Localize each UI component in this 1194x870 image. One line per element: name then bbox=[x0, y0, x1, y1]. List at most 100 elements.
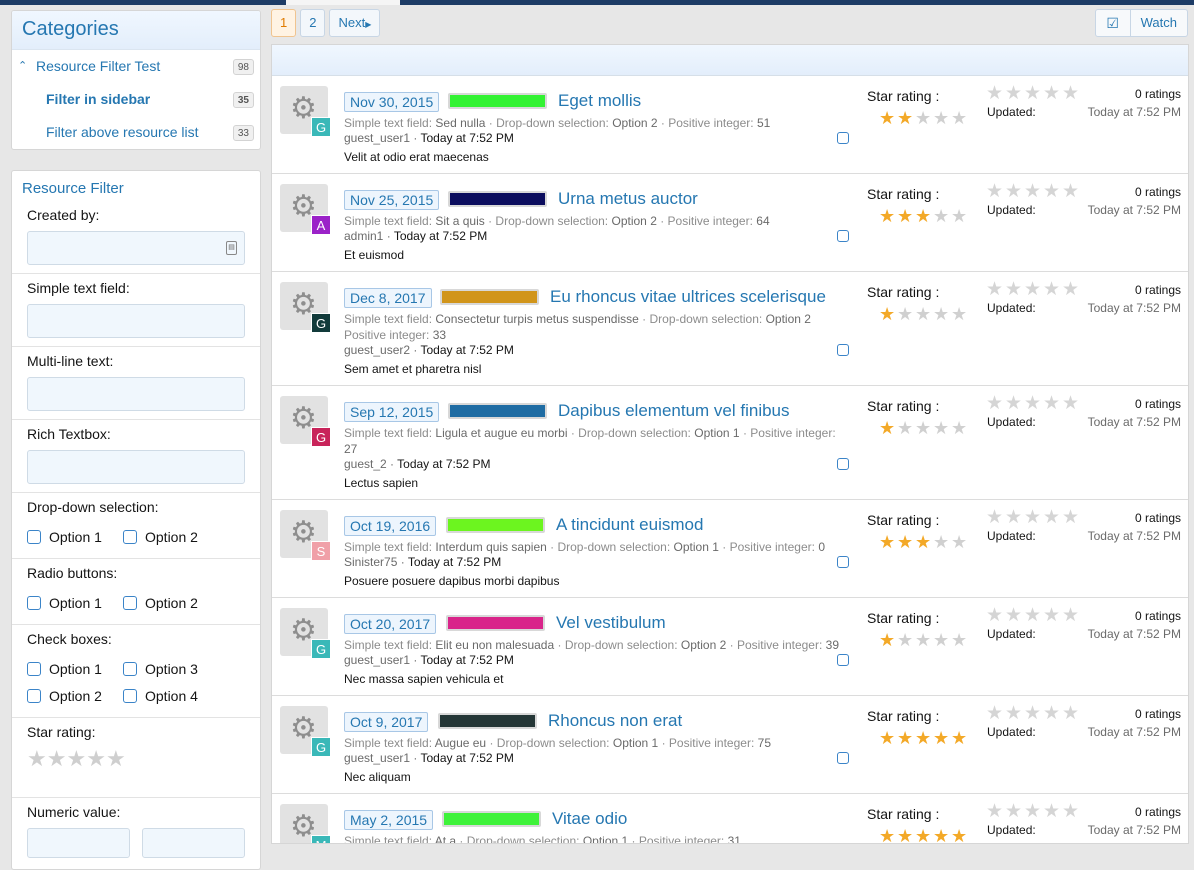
star-icon[interactable]: ★ bbox=[1062, 394, 1081, 413]
star-icon[interactable]: ★ bbox=[1043, 394, 1062, 413]
numeric-max-input[interactable] bbox=[142, 828, 245, 858]
select-checkbox[interactable] bbox=[837, 556, 849, 568]
star-icon[interactable]: ★ bbox=[1043, 280, 1062, 299]
star-icon[interactable]: ★ bbox=[986, 802, 1005, 821]
star-icon[interactable]: ★ bbox=[1024, 606, 1043, 625]
star-icon[interactable]: ★ bbox=[1005, 182, 1024, 201]
star-icon[interactable]: ★ bbox=[106, 748, 126, 770]
star-icon[interactable]: ★ bbox=[1062, 84, 1081, 103]
checkbox[interactable] bbox=[27, 688, 41, 703]
star-icon[interactable]: ★ bbox=[1024, 508, 1043, 527]
page-2-button[interactable]: 2 bbox=[300, 9, 326, 37]
radio-option-1[interactable]: Option 1 bbox=[27, 589, 123, 616]
caret-up-icon[interactable]: ⌃ bbox=[18, 50, 27, 83]
rate-stars[interactable]: ★ ★ ★ ★ ★ bbox=[986, 802, 1081, 821]
dropdown-option-1[interactable]: Option 1 bbox=[27, 523, 123, 550]
star-icon[interactable]: ★ bbox=[1062, 182, 1081, 201]
author-link[interactable]: guest_2 bbox=[344, 457, 387, 471]
author-link[interactable]: guest_user2 bbox=[344, 343, 410, 357]
watch-button[interactable]: Watch bbox=[1130, 9, 1188, 37]
resource-title-link[interactable]: A tincidunt euismod bbox=[556, 515, 703, 535]
resource-icon[interactable]: ⚙ G bbox=[280, 282, 331, 333]
resource-title-link[interactable]: Rhoncus non erat bbox=[548, 711, 682, 731]
star-icon[interactable]: ★ bbox=[1062, 280, 1081, 299]
star-icon[interactable]: ★ bbox=[1062, 802, 1081, 821]
check-option-2[interactable]: Option 2 bbox=[27, 682, 123, 709]
user-avatar[interactable]: S bbox=[311, 541, 331, 561]
star-icon[interactable]: ★ bbox=[1024, 84, 1043, 103]
rate-stars[interactable]: ★ ★ ★ ★ ★ bbox=[986, 704, 1081, 723]
user-avatar[interactable]: A bbox=[311, 215, 331, 235]
triangle-right-icon[interactable]: ▶ bbox=[365, 20, 371, 29]
checkbox[interactable] bbox=[27, 595, 41, 610]
select-checkbox[interactable] bbox=[837, 132, 849, 144]
rate-stars[interactable]: ★ ★ ★ ★ ★ bbox=[986, 84, 1081, 103]
numeric-min-input[interactable] bbox=[27, 828, 130, 858]
simple-text-input[interactable] bbox=[27, 304, 245, 338]
user-avatar[interactable]: G bbox=[311, 117, 331, 137]
star-icon[interactable]: ★ bbox=[1024, 394, 1043, 413]
star-icon[interactable]: ★ bbox=[1043, 182, 1062, 201]
rate-stars[interactable]: ★ ★ ★ ★ ★ bbox=[986, 508, 1081, 527]
select-checkbox[interactable] bbox=[837, 654, 849, 666]
star-icon[interactable]: ★ bbox=[27, 748, 47, 770]
checkbox[interactable] bbox=[123, 529, 137, 544]
category-resource-filter-test[interactable]: ⌃ Resource Filter Test 98 bbox=[12, 50, 260, 83]
select-checkbox[interactable] bbox=[837, 230, 849, 242]
checkbox[interactable] bbox=[123, 688, 137, 703]
rate-stars[interactable]: ★ ★ ★ ★ ★ bbox=[986, 182, 1081, 201]
star-icon[interactable]: ★ bbox=[1043, 704, 1062, 723]
star-rating-input[interactable]: ★ ★ ★ ★ ★ bbox=[27, 748, 245, 770]
star-icon[interactable]: ★ bbox=[1005, 280, 1024, 299]
resource-icon[interactable]: ⚙ S bbox=[280, 510, 331, 561]
star-icon[interactable]: ★ bbox=[1043, 802, 1062, 821]
select-checkbox[interactable] bbox=[837, 458, 849, 470]
star-icon[interactable]: ★ bbox=[1043, 84, 1062, 103]
check-square-icon[interactable]: ☑ bbox=[1094, 9, 1131, 37]
resource-title-link[interactable]: Dapibus elementum vel finibus bbox=[558, 401, 790, 421]
rate-stars[interactable]: ★ ★ ★ ★ ★ bbox=[986, 280, 1081, 299]
star-icon[interactable]: ★ bbox=[1024, 704, 1043, 723]
select-checkbox[interactable] bbox=[837, 752, 849, 764]
user-avatar[interactable]: M bbox=[311, 835, 331, 843]
check-option-4[interactable]: Option 4 bbox=[123, 682, 219, 709]
category-filter-in-sidebar[interactable]: Filter in sidebar 35 bbox=[12, 83, 260, 116]
resource-title-link[interactable]: Urna metus auctor bbox=[558, 189, 698, 209]
star-icon[interactable]: ★ bbox=[986, 394, 1005, 413]
category-label[interactable]: Resource Filter Test bbox=[36, 58, 160, 74]
star-icon[interactable]: ★ bbox=[1005, 802, 1024, 821]
checkbox[interactable] bbox=[123, 595, 137, 610]
category-label[interactable]: Filter above resource list bbox=[46, 124, 199, 140]
star-icon[interactable]: ★ bbox=[1005, 84, 1024, 103]
resource-icon[interactable]: ⚙ G bbox=[280, 608, 331, 659]
star-icon[interactable]: ★ bbox=[1024, 182, 1043, 201]
author-link[interactable]: guest_user1 bbox=[344, 653, 410, 667]
check-option-3[interactable]: Option 3 bbox=[123, 655, 219, 682]
user-avatar[interactable]: G bbox=[311, 737, 331, 757]
rich-textbox-input[interactable] bbox=[27, 450, 245, 484]
star-icon[interactable]: ★ bbox=[986, 508, 1005, 527]
rate-stars[interactable]: ★ ★ ★ ★ ★ bbox=[986, 394, 1081, 413]
star-icon[interactable]: ★ bbox=[986, 182, 1005, 201]
star-icon[interactable]: ★ bbox=[86, 748, 106, 770]
user-avatar[interactable]: G bbox=[311, 427, 331, 447]
user-avatar[interactable]: G bbox=[311, 313, 331, 333]
checkbox[interactable] bbox=[123, 661, 137, 676]
star-icon[interactable]: ★ bbox=[1024, 280, 1043, 299]
active-nav-tab[interactable] bbox=[286, 0, 400, 5]
next-page-button[interactable]: Next▶ bbox=[329, 9, 381, 37]
rate-stars[interactable]: ★ ★ ★ ★ ★ bbox=[986, 606, 1081, 625]
author-link[interactable]: admin1 bbox=[344, 229, 383, 243]
star-icon[interactable]: ★ bbox=[1062, 606, 1081, 625]
user-avatar[interactable]: G bbox=[311, 639, 331, 659]
star-icon[interactable]: ★ bbox=[1005, 704, 1024, 723]
star-icon[interactable]: ★ bbox=[986, 704, 1005, 723]
resource-icon[interactable]: ⚙M bbox=[280, 804, 331, 843]
resource-icon[interactable]: ⚙ G bbox=[280, 86, 331, 137]
page-1-button[interactable]: 1 bbox=[271, 9, 297, 37]
star-icon[interactable]: ★ bbox=[1005, 394, 1024, 413]
category-label[interactable]: Filter in sidebar bbox=[46, 91, 150, 107]
resource-title-link[interactable]: Vel vestibulum bbox=[556, 613, 666, 633]
select-checkbox[interactable] bbox=[837, 344, 849, 356]
star-icon[interactable]: ★ bbox=[986, 280, 1005, 299]
